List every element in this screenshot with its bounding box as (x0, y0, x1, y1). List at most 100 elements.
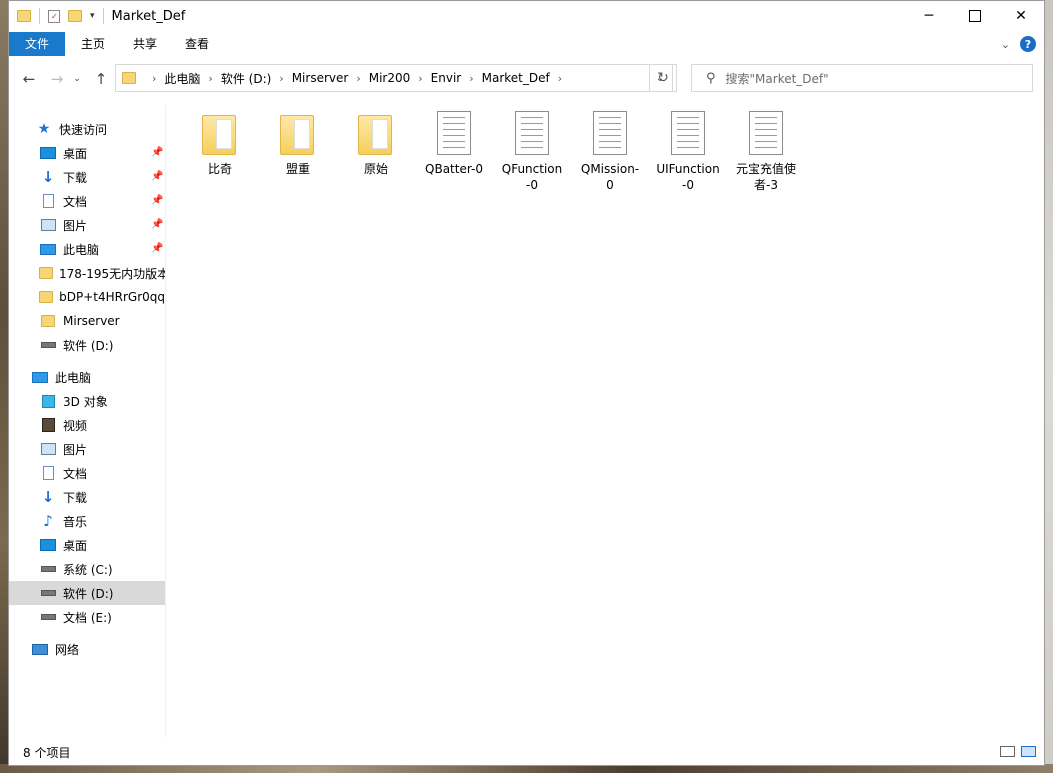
sidebar-item-pictures[interactable]: 图片 (39, 213, 165, 237)
file-name-line: QFunction (501, 162, 563, 176)
sidebar-item-network[interactable]: 网络 (31, 637, 165, 661)
sidebar-item-label: 下载 (63, 170, 88, 185)
file-name: 原始 (363, 162, 388, 176)
sidebar-item-mirserver[interactable]: Mirserver (39, 309, 165, 333)
sidebar-item-drive-d-quick[interactable]: 软件 (D:) (39, 333, 165, 357)
navigation-bar: ← → ⌄ ↑ › 此电脑 › 软件 (D:) › Mirserver › Mi… (9, 63, 1044, 95)
forward-button[interactable]: → (47, 69, 67, 89)
sidebar-item-label: 桌面 (63, 146, 88, 161)
file-item-yuanbao[interactable]: 元宝充值使 者-3 (728, 105, 804, 193)
text-file-icon (437, 111, 471, 155)
properties-icon[interactable]: ✓ (48, 9, 60, 23)
quick-access-toolbar: ✓ ▾ (17, 8, 104, 24)
sidebar-item-label: 文档 (63, 194, 88, 209)
sidebar-item-3d-objects[interactable]: 3D 对象 (39, 389, 165, 413)
chevron-right-icon: › (152, 71, 157, 85)
breadcrumb-drive-d[interactable]: 软件 (D:) (221, 70, 271, 87)
minimize-button[interactable]: ─ (906, 1, 952, 31)
status-bar: 8 个项目 (9, 738, 1044, 766)
sidebar-item-desktop[interactable]: 桌面 (39, 141, 165, 165)
maximize-button[interactable] (952, 1, 998, 31)
up-button[interactable]: ↑ (91, 69, 111, 89)
sidebar-item-videos[interactable]: 视频 (39, 413, 165, 437)
search-box[interactable]: ⚲ 搜索"Market_Def" (691, 64, 1033, 92)
recent-locations-button[interactable]: ⌄ (67, 69, 87, 89)
desktop-icon (40, 539, 56, 551)
folder-icon (39, 267, 53, 279)
refresh-button[interactable]: ↻ (649, 64, 677, 92)
sidebar-item-label: bDP+t4HRrGr0qq (59, 290, 165, 304)
divider (39, 8, 40, 24)
star-icon: ★ (37, 121, 51, 137)
tab-home[interactable]: 主页 (67, 32, 119, 56)
chevron-right-icon[interactable]: › (279, 72, 283, 85)
chevron-right-icon[interactable]: › (558, 72, 562, 85)
file-item-qfunction[interactable]: QFunction -0 (494, 105, 570, 193)
sidebar-item-label: 网络 (55, 642, 80, 657)
help-icon[interactable]: ? (1020, 36, 1036, 52)
file-name: QBatter-0 (425, 162, 483, 176)
chevron-right-icon[interactable]: › (208, 72, 212, 85)
title-bar: ✓ ▾ Market_Def ─ ✕ (9, 1, 1044, 31)
file-item-qbatter[interactable]: QBatter-0 (416, 105, 492, 177)
desktop-icon (40, 147, 56, 159)
pin-icon[interactable]: 📌 (151, 195, 163, 206)
video-icon (41, 418, 55, 432)
sidebar-item-music[interactable]: ♪ 音乐 (39, 509, 165, 533)
pin-icon[interactable]: 📌 (151, 147, 163, 158)
sidebar-item-drive-c[interactable]: 系统 (C:) (39, 557, 165, 581)
file-name: 盟重 (285, 162, 310, 176)
back-button[interactable]: ← (19, 69, 39, 89)
sidebar-item-quick-access[interactable]: ★ 快速访问 (35, 117, 107, 141)
tab-share[interactable]: 共享 (119, 32, 171, 56)
breadcrumb-mir200[interactable]: Mir200 (369, 71, 411, 85)
close-button[interactable]: ✕ (998, 1, 1044, 31)
sidebar-item-this-pc-pinned[interactable]: 此电脑 (39, 237, 165, 261)
sidebar-item-folder-178-195[interactable]: 178-195无内功版本 (39, 261, 165, 285)
file-name-line: UIFunction (656, 162, 720, 176)
sidebar-item-downloads-pc[interactable]: ↓ 下载 (39, 485, 165, 509)
breadcrumb-mirserver[interactable]: Mirserver (292, 71, 349, 85)
sidebar-item-label: 文档 (E:) (63, 610, 112, 625)
file-item-uifunction[interactable]: UIFunction -0 (650, 105, 726, 193)
search-input[interactable]: 搜索"Market_Def" (726, 70, 829, 87)
sidebar-item-drive-e[interactable]: 文档 (E:) (39, 605, 165, 629)
sidebar-item-label: 图片 (63, 442, 88, 457)
sidebar-item-pictures-pc[interactable]: 图片 (39, 437, 165, 461)
large-icons-view-icon[interactable] (1021, 746, 1036, 757)
file-item-qmission[interactable]: QMission- 0 (572, 105, 648, 193)
new-folder-icon[interactable] (68, 10, 82, 22)
folder-item-mengzhong[interactable]: 盟重 (260, 105, 336, 177)
sidebar-item-drive-d[interactable]: 软件 (D:) (9, 581, 165, 605)
sidebar-item-documents[interactable]: 文档 (39, 189, 165, 213)
download-icon: ↓ (41, 488, 55, 506)
chevron-right-icon[interactable]: › (356, 72, 360, 85)
sidebar-item-label: 3D 对象 (63, 394, 108, 409)
chevron-down-icon[interactable]: ⌄ (1001, 38, 1010, 51)
sidebar-item-documents-pc[interactable]: 文档 (39, 461, 165, 485)
details-view-icon[interactable] (1000, 746, 1015, 757)
sidebar-item-this-pc[interactable]: 此电脑 (31, 365, 165, 389)
chevron-right-icon[interactable]: › (469, 72, 473, 85)
address-bar[interactable]: › 此电脑 › 软件 (D:) › Mirserver › Mir200 › E… (115, 64, 673, 92)
sidebar-item-label: 系统 (C:) (63, 562, 113, 577)
pin-icon[interactable]: 📌 (151, 219, 163, 230)
breadcrumb-market-def[interactable]: Market_Def (482, 71, 550, 85)
tab-file[interactable]: 文件 (9, 32, 65, 56)
sidebar-item-folder-bdp[interactable]: bDP+t4HRrGr0qq (39, 285, 165, 309)
sidebar-item-downloads[interactable]: ↓ 下载 (39, 165, 165, 189)
chevron-right-icon[interactable]: › (418, 72, 422, 85)
pin-icon[interactable]: 📌 (151, 243, 163, 254)
tab-view[interactable]: 查看 (171, 32, 223, 56)
pin-icon[interactable]: 📌 (151, 171, 163, 182)
chevron-down-icon[interactable]: ▾ (90, 11, 95, 21)
sidebar-item-desktop-pc[interactable]: 桌面 (39, 533, 165, 557)
folder-item-yuanshi[interactable]: 原始 (338, 105, 414, 177)
folder-item-biqi[interactable]: 比奇 (182, 105, 258, 177)
sidebar-item-label: 桌面 (63, 538, 88, 553)
folder-icon (39, 291, 54, 303)
breadcrumb-envir[interactable]: Envir (431, 71, 462, 85)
file-name-line: 者-3 (754, 178, 778, 192)
drive-icon (40, 342, 56, 348)
breadcrumb-this-pc[interactable]: 此电脑 (164, 70, 200, 87)
